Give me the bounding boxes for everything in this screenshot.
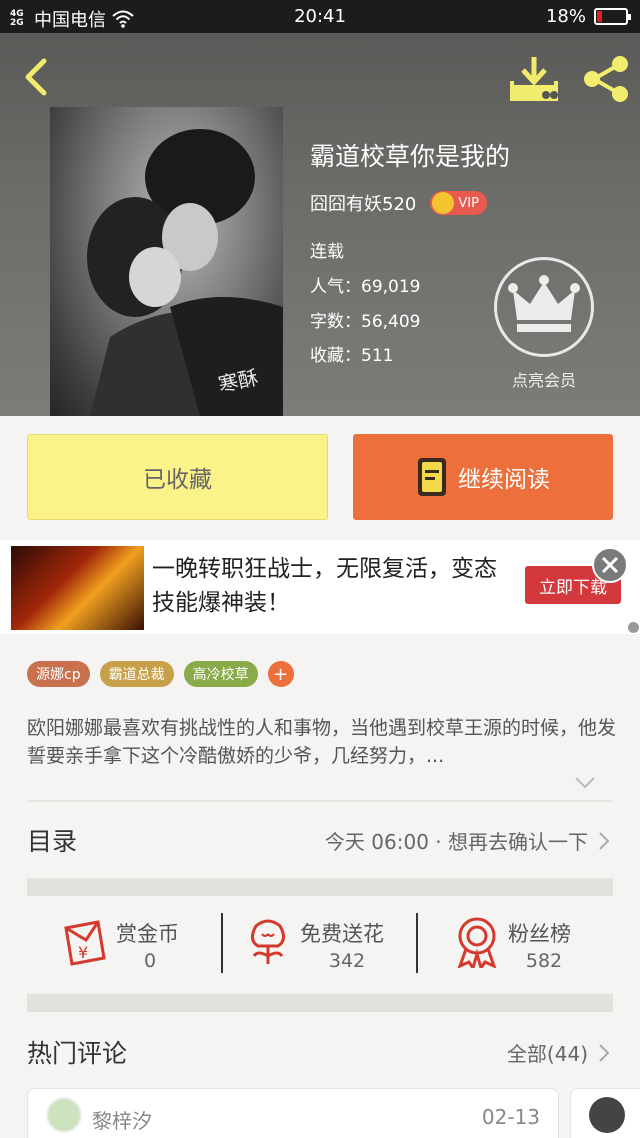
author-row: 囧囧有妖520 VIP bbox=[310, 190, 487, 216]
member-label: 点亮会员 bbox=[511, 371, 576, 390]
word-count: 字数：56,409 bbox=[310, 312, 421, 332]
avatar[interactable] bbox=[589, 1097, 625, 1133]
battery-icon bbox=[594, 8, 631, 25]
ad-close-button[interactable] bbox=[592, 547, 628, 583]
latest-chapter: 今天 06:00 · 想再去确认一下 bbox=[324, 830, 588, 854]
ad-text: 一晚转职狂战士，无限复活，变态技能爆神装！ bbox=[152, 556, 497, 616]
hot-comments-title: 热门评论 bbox=[27, 1039, 128, 1068]
status-bar: 4G 2G 中国电信 20:41 18% bbox=[0, 0, 640, 33]
favorited-label: 已收藏 bbox=[143, 467, 212, 493]
svg-text:¥: ¥ bbox=[78, 943, 88, 962]
tag-chip[interactable]: 源娜cp bbox=[27, 661, 90, 687]
fan-ranking[interactable]: 粉丝榜 582 bbox=[456, 910, 586, 974]
stat-label: 免费送花 bbox=[300, 922, 384, 946]
avatar[interactable] bbox=[46, 1097, 82, 1133]
divider bbox=[221, 913, 223, 973]
divider bbox=[27, 800, 613, 802]
continue-reading-label: 继续阅读 bbox=[458, 467, 550, 493]
download-icon[interactable] bbox=[508, 55, 560, 103]
commenter-name: 黎梓汐 bbox=[92, 1109, 152, 1133]
vip-badge: VIP bbox=[430, 191, 487, 215]
divider bbox=[416, 913, 418, 973]
medal-icon bbox=[457, 917, 497, 968]
catalog-title[interactable]: 目录 bbox=[27, 822, 77, 858]
stat-value: 582 bbox=[525, 950, 563, 972]
all-comments-link[interactable]: 全部(44) bbox=[507, 1038, 610, 1067]
tag-chip[interactable]: 高冷校草 bbox=[183, 661, 258, 687]
comment-card[interactable] bbox=[570, 1088, 640, 1138]
book-header: 寒酥 霸道校草你是我的 囧囧有妖520 VIP 连载 人气：69,019 字数：… bbox=[0, 33, 640, 416]
cover-artwork: 寒酥 bbox=[87, 129, 283, 416]
continue-reading-button[interactable]: 继续阅读 bbox=[353, 434, 613, 520]
close-icon bbox=[601, 556, 619, 574]
chevron-right-icon bbox=[599, 831, 610, 850]
book-detail-page: 4G 2G 中国电信 20:41 18% 寒酥 霸道校草你是我的 囧囧有妖520… bbox=[0, 0, 640, 1138]
add-tag-button[interactable]: + bbox=[267, 661, 294, 687]
stat-value: 342 bbox=[328, 950, 366, 972]
book-description[interactable]: 欧阳娜娜最喜欢有挑战性的人和事物，当他遇到校草王源的时候，他发誓要亲手拿下这个冷… bbox=[27, 714, 617, 770]
book-icon bbox=[418, 458, 446, 496]
section-divider bbox=[27, 994, 613, 1012]
catalog-latest[interactable]: 今天 06:00 · 想再去确认一下 bbox=[325, 826, 610, 855]
collection-count: 收藏：511 bbox=[310, 346, 394, 366]
serial-status: 连载 bbox=[310, 242, 344, 262]
comment-card[interactable]: 黎梓汐 02-13 bbox=[27, 1088, 559, 1138]
popularity: 人气：69,019 bbox=[310, 277, 421, 297]
flower-icon bbox=[251, 919, 285, 964]
favorited-button[interactable]: 已收藏 bbox=[27, 434, 328, 520]
tag-list: 源娜cp 霸道总裁 高冷校草 + bbox=[27, 661, 294, 687]
ad-image bbox=[11, 546, 144, 630]
comment-date: 02-13 bbox=[481, 1105, 540, 1129]
tag-chip[interactable]: 霸道总裁 bbox=[99, 661, 174, 687]
clock: 20:41 bbox=[294, 6, 346, 27]
expand-chevron-icon[interactable] bbox=[574, 776, 596, 790]
ad-marker-icon bbox=[628, 622, 639, 633]
chevron-right-icon bbox=[599, 1043, 610, 1062]
member-button[interactable] bbox=[494, 257, 594, 357]
battery-percent: 18% bbox=[545, 6, 586, 27]
stat-label: 赏金币 bbox=[116, 922, 179, 946]
send-flower[interactable]: 免费送花 342 bbox=[248, 910, 398, 974]
battery-level bbox=[597, 11, 602, 22]
book-cover[interactable]: 寒酥 bbox=[50, 107, 283, 416]
all-comments-label: 全部(44) bbox=[506, 1042, 588, 1066]
red-envelope-icon: ¥ bbox=[64, 920, 106, 966]
stat-label: 粉丝榜 bbox=[508, 922, 571, 946]
stat-value: 0 bbox=[143, 950, 157, 972]
reward-coins[interactable]: ¥ 赏金币 0 bbox=[60, 910, 190, 974]
crown-icon bbox=[508, 275, 580, 332]
back-arrow-icon[interactable] bbox=[18, 57, 54, 97]
author-name[interactable]: 囧囧有妖520 bbox=[310, 190, 416, 216]
book-title: 霸道校草你是我的 bbox=[310, 142, 511, 171]
section-divider bbox=[27, 878, 613, 896]
share-icon[interactable] bbox=[582, 55, 630, 103]
crown-icon bbox=[432, 192, 455, 214]
vip-label: VIP bbox=[458, 195, 479, 211]
